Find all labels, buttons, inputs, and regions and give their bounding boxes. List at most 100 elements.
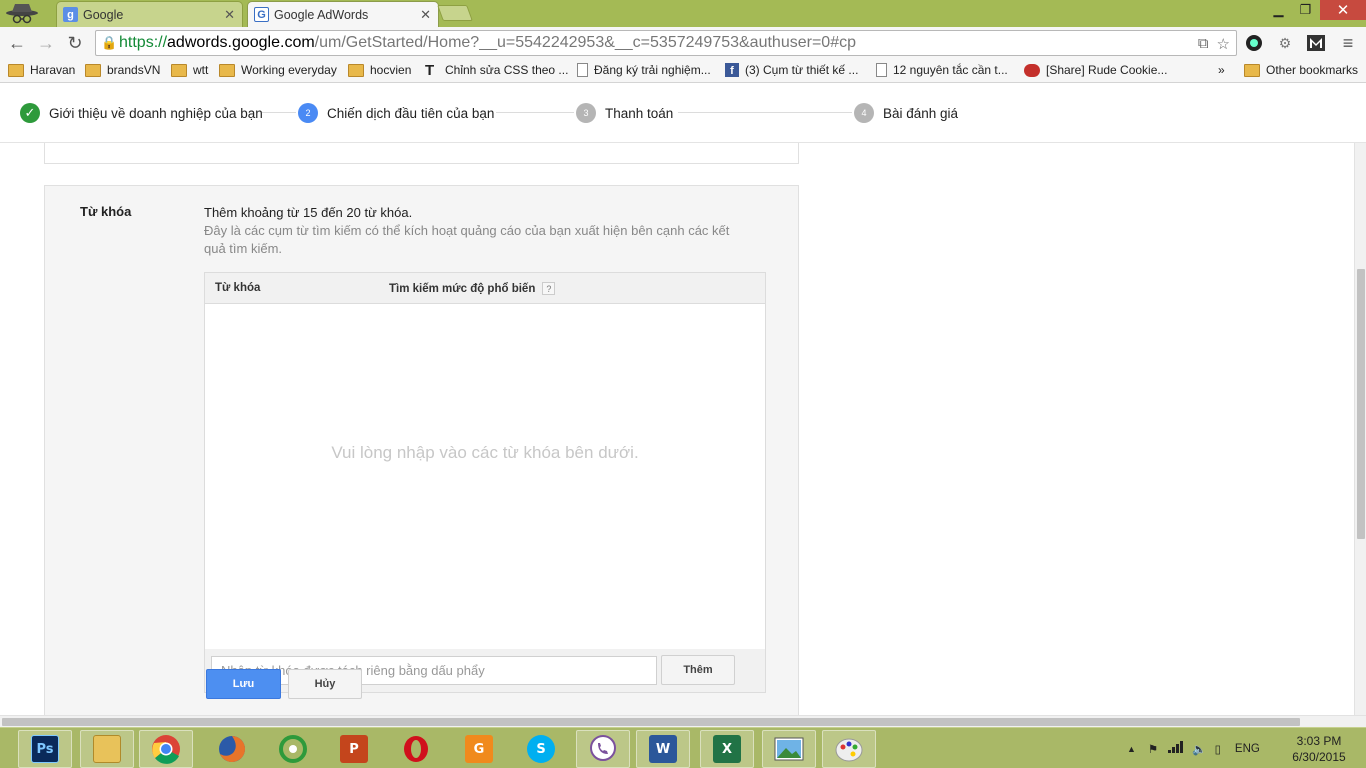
taskbar-coccoc[interactable] xyxy=(266,730,320,768)
reload-button[interactable]: ↻ xyxy=(63,31,87,55)
close-tab-icon[interactable]: ✕ xyxy=(420,7,431,23)
step-number: 2 xyxy=(298,103,318,123)
bookmark-star-icon[interactable]: ☆ xyxy=(1217,35,1230,53)
taskbar-viber[interactable] xyxy=(576,730,630,768)
bookmark-dang-ky[interactable]: Đăng ký trải nghiệm... xyxy=(577,63,711,77)
bookmark-12-nguyen-tac[interactable]: 12 nguyên tắc cần t... xyxy=(876,63,1008,77)
extension-circle-icon[interactable] xyxy=(1244,33,1264,53)
taskbar-paint[interactable] xyxy=(822,730,876,768)
adwords-icon: G xyxy=(254,7,269,22)
windows-taskbar: Ps P G S W X ▲ ⚑ 🔈 ▯ ENG 3:03 PM 6/30/20… xyxy=(0,727,1366,768)
keywords-table: Từ khóa Tìm kiếm mức độ phổ biến ? Vui l… xyxy=(204,272,766,650)
step-label: Bài đánh giá xyxy=(883,105,959,121)
system-tray: ▲ ⚑ 🔈 ▯ ENG xyxy=(1127,728,1260,768)
bookmark-brandsvn[interactable]: brandsVN xyxy=(85,63,160,77)
firefox-icon xyxy=(219,736,245,762)
empty-state-message: Vui lòng nhập vào các từ khóa bên dưới. xyxy=(331,443,639,462)
save-button[interactable]: Lưu xyxy=(206,669,281,699)
menu-icon[interactable]: ≡ xyxy=(1338,33,1358,53)
taskbar-foxit-pdf[interactable]: G xyxy=(452,730,506,768)
word-icon: W xyxy=(649,735,677,763)
address-bar[interactable]: 🔒 https://adwords.google.com/um/GetStart… xyxy=(95,30,1237,56)
taskbar-skype[interactable]: S xyxy=(514,730,568,768)
step-number: 4 xyxy=(854,103,874,123)
excel-icon: X xyxy=(713,735,741,763)
coccoc-icon xyxy=(279,735,307,763)
viber-icon xyxy=(590,735,616,761)
taskbar-firefox[interactable] xyxy=(205,730,259,768)
bookmarks-overflow-button[interactable]: » xyxy=(1218,63,1225,77)
bookmark-label: hocvien xyxy=(370,63,412,77)
skype-icon: S xyxy=(527,735,555,763)
new-tab-button[interactable] xyxy=(437,5,473,21)
bookmark-haravan[interactable]: Haravan xyxy=(8,63,75,77)
horizontal-scrollbar[interactable] xyxy=(0,715,1366,727)
taskbar-excel[interactable]: X xyxy=(700,730,754,768)
signup-progress-stepper: ✓ Giới thiệu về doanh nghiệp của bạn 2 C… xyxy=(0,84,1366,143)
bookmark-cum-tu[interactable]: f (3) Cụm từ thiết kế ... xyxy=(725,63,858,77)
bookmark-wtt[interactable]: wtt xyxy=(171,63,208,77)
step-connector xyxy=(678,112,852,113)
previous-section-card xyxy=(44,143,799,164)
other-bookmarks[interactable]: Other bookmarks xyxy=(1244,63,1358,77)
flag-icon[interactable]: ⚑ xyxy=(1148,742,1158,756)
step-first-campaign[interactable]: 2 Chiến dịch đầu tiên của bạn xyxy=(298,103,494,123)
tab-google[interactable]: g Google ✕ xyxy=(56,1,243,27)
forward-button[interactable]: → xyxy=(34,31,58,55)
browser-titlebar: g Google ✕ G Google AdWords ✕ ▁ ❐ ✕ xyxy=(0,0,1366,28)
system-clock[interactable]: 3:03 PM 6/30/2015 xyxy=(1285,733,1353,765)
taskbar-opera[interactable] xyxy=(389,730,443,768)
vertical-scrollbar[interactable] xyxy=(1354,143,1366,715)
folder-icon xyxy=(219,63,235,77)
network-signal-icon[interactable] xyxy=(1168,741,1184,756)
restore-button[interactable]: ❐ xyxy=(1292,0,1319,20)
gmail-extension-icon[interactable] xyxy=(1306,33,1326,53)
keywords-section: Từ khóa Thêm khoảng từ 15 đến 20 từ khóa… xyxy=(44,185,799,715)
photo-viewer-icon xyxy=(774,737,804,761)
minimize-button[interactable]: ▁ xyxy=(1265,0,1292,20)
cancel-button[interactable]: Hủy xyxy=(288,669,362,699)
step-connector xyxy=(496,112,574,113)
translate-icon[interactable]: ⧉ xyxy=(1198,35,1209,53)
input-language[interactable]: ENG xyxy=(1235,743,1260,755)
bookmark-label: Chỉnh sửa CSS theo ... xyxy=(445,63,569,77)
taskbar-powerpoint[interactable]: P xyxy=(327,730,381,768)
vertical-scroll-thumb[interactable] xyxy=(1357,269,1365,539)
step-connector xyxy=(262,112,296,113)
bookmark-rude-cookie[interactable]: [Share] Rude Cookie... xyxy=(1024,63,1167,77)
tab-title: Google xyxy=(83,7,124,22)
taskbar-photos[interactable] xyxy=(762,730,816,768)
bookmark-hocvien[interactable]: hocvien xyxy=(348,63,411,77)
clock-time: 3:03 PM xyxy=(1296,734,1342,748)
volume-icon[interactable]: 🔈 xyxy=(1192,742,1206,756)
close-window-button[interactable]: ✕ xyxy=(1320,0,1366,20)
column-header-keyword: Từ khóa xyxy=(215,282,261,294)
step-payment[interactable]: 3 Thanh toán xyxy=(576,103,673,123)
bookmark-label: 12 nguyên tắc cần t... xyxy=(893,63,1008,77)
bookmark-label: (3) Cụm từ thiết kế ... xyxy=(745,63,859,77)
show-hidden-icons-icon[interactable]: ▲ xyxy=(1127,744,1136,754)
taskbar-file-explorer[interactable] xyxy=(80,730,134,768)
step-number: 3 xyxy=(576,103,596,123)
url-scheme: https:// xyxy=(119,34,168,51)
youtube-icon xyxy=(1024,63,1040,77)
horizontal-scroll-thumb[interactable] xyxy=(2,718,1300,726)
close-tab-icon[interactable]: ✕ xyxy=(224,7,235,23)
bookmark-working-everyday[interactable]: Working everyday xyxy=(219,63,337,77)
bookmark-chinh-sua-css[interactable]: T Chỉnh sửa CSS theo ... xyxy=(425,63,569,78)
folder-icon xyxy=(348,63,364,77)
help-icon[interactable]: ? xyxy=(542,282,556,295)
step-business-intro[interactable]: ✓ Giới thiệu về doanh nghiệp của bạn xyxy=(20,103,263,123)
step-review[interactable]: 4 Bài đánh giá xyxy=(854,103,958,123)
taskbar-photoshop[interactable]: Ps xyxy=(18,730,72,768)
gear-icon[interactable]: ⚙ xyxy=(1275,33,1295,53)
battery-icon[interactable]: ▯ xyxy=(1215,742,1221,756)
taskbar-chrome[interactable] xyxy=(139,730,193,768)
taskbar-word[interactable]: W xyxy=(636,730,690,768)
url-host: adwords.google.com xyxy=(167,34,315,51)
tab-google-adwords[interactable]: G Google AdWords ✕ xyxy=(247,1,439,28)
back-button[interactable]: ← xyxy=(5,31,29,55)
facebook-icon: f xyxy=(725,63,739,77)
add-keyword-button[interactable]: Thêm xyxy=(661,655,735,685)
step-label: Thanh toán xyxy=(605,105,674,121)
